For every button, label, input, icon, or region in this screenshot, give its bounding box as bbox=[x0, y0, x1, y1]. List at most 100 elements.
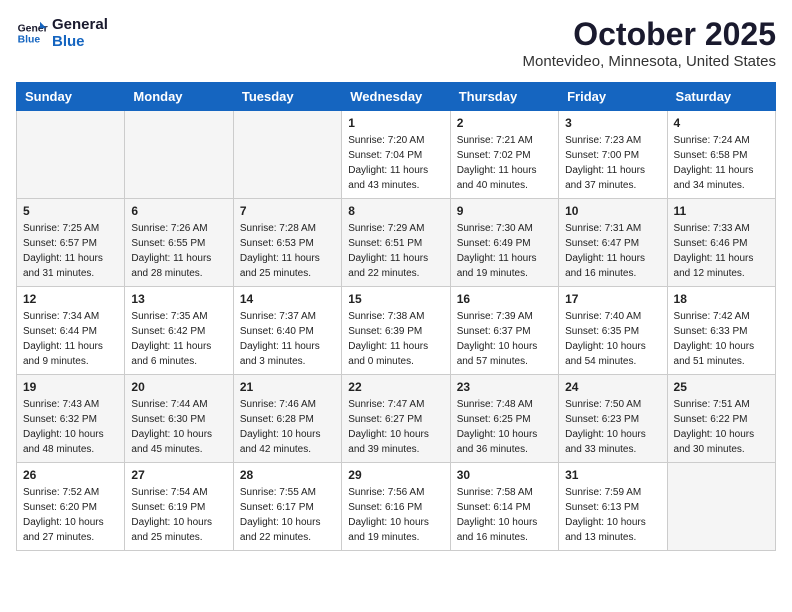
day-cell bbox=[17, 111, 125, 199]
day-info: Sunrise: 7:30 AM Sunset: 6:49 PM Dayligh… bbox=[457, 221, 552, 281]
day-info: Sunrise: 7:54 AM Sunset: 6:19 PM Dayligh… bbox=[131, 485, 226, 545]
day-cell: 22 Sunrise: 7:47 AM Sunset: 6:27 PM Dayli… bbox=[342, 375, 450, 463]
day-cell: 12 Sunrise: 7:34 AM Sunset: 6:44 PM Dayli… bbox=[17, 287, 125, 375]
logo-text-blue: Blue bbox=[52, 33, 108, 50]
week-row-5: 26Sunrise: 7:52 AM Sunset: 6:20 PM Dayli… bbox=[17, 463, 776, 551]
day-number: 6 bbox=[131, 204, 226, 218]
day-number: 7 bbox=[240, 204, 335, 218]
day-info: Sunrise: 7:46 AM Sunset: 6:28 PM Dayligh… bbox=[240, 397, 335, 457]
logo-icon: General Blue bbox=[16, 17, 48, 49]
day-cell: 24Sunrise: 7:50 AM Sunset: 6:23 PM Dayli… bbox=[559, 375, 667, 463]
day-number: 24 bbox=[565, 380, 660, 394]
day-number: 29 bbox=[348, 468, 443, 482]
svg-text:Blue: Blue bbox=[18, 35, 41, 46]
day-number: 4 bbox=[674, 116, 769, 130]
day-cell: 17Sunrise: 7:40 AM Sunset: 6:35 PM Dayli… bbox=[559, 287, 667, 375]
day-cell: 3Sunrise: 7:23 AM Sunset: 7:00 PM Daylig… bbox=[559, 111, 667, 199]
day-cell: 2 Sunrise: 7:21 AM Sunset: 7:02 PM Daylig… bbox=[450, 111, 558, 199]
weekday-header-sunday: Sunday bbox=[17, 83, 125, 111]
day-cell: 13Sunrise: 7:35 AM Sunset: 6:42 PM Dayli… bbox=[125, 287, 233, 375]
day-number: 25 bbox=[674, 380, 769, 394]
day-info: Sunrise: 7:20 AM Sunset: 7:04 PM Dayligh… bbox=[348, 133, 443, 193]
day-cell: 5 Sunrise: 7:25 AM Sunset: 6:57 PM Daylig… bbox=[17, 199, 125, 287]
month-title: October 2025 bbox=[523, 16, 776, 53]
day-number: 18 bbox=[674, 292, 769, 306]
day-number: 31 bbox=[565, 468, 660, 482]
day-number: 5 bbox=[23, 204, 118, 218]
week-row-4: 19 Sunrise: 7:43 AM Sunset: 6:32 PM Dayli… bbox=[17, 375, 776, 463]
day-number: 2 bbox=[457, 116, 552, 130]
day-number: 8 bbox=[348, 204, 443, 218]
weekday-header-saturday: Saturday bbox=[667, 83, 775, 111]
day-cell: 26Sunrise: 7:52 AM Sunset: 6:20 PM Dayli… bbox=[17, 463, 125, 551]
day-cell bbox=[125, 111, 233, 199]
day-info: Sunrise: 7:52 AM Sunset: 6:20 PM Dayligh… bbox=[23, 485, 118, 545]
day-info: Sunrise: 7:59 AM Sunset: 6:13 PM Dayligh… bbox=[565, 485, 660, 545]
day-number: 12 bbox=[23, 292, 118, 306]
day-info: Sunrise: 7:55 AM Sunset: 6:17 PM Dayligh… bbox=[240, 485, 335, 545]
day-cell: 19 Sunrise: 7:43 AM Sunset: 6:32 PM Dayli… bbox=[17, 375, 125, 463]
day-cell: 6 Sunrise: 7:26 AM Sunset: 6:55 PM Daylig… bbox=[125, 199, 233, 287]
day-cell: 8 Sunrise: 7:29 AM Sunset: 6:51 PM Daylig… bbox=[342, 199, 450, 287]
logo: General Blue General Blue bbox=[16, 16, 108, 51]
day-cell: 15Sunrise: 7:38 AM Sunset: 6:39 PM Dayli… bbox=[342, 287, 450, 375]
day-info: Sunrise: 7:56 AM Sunset: 6:16 PM Dayligh… bbox=[348, 485, 443, 545]
day-number: 9 bbox=[457, 204, 552, 218]
day-cell: 7 Sunrise: 7:28 AM Sunset: 6:53 PM Daylig… bbox=[233, 199, 341, 287]
day-number: 27 bbox=[131, 468, 226, 482]
day-number: 19 bbox=[23, 380, 118, 394]
day-number: 15 bbox=[348, 292, 443, 306]
day-number: 30 bbox=[457, 468, 552, 482]
page-header: General Blue General Blue October 2025 M… bbox=[16, 16, 776, 70]
day-info: Sunrise: 7:37 AM Sunset: 6:40 PM Dayligh… bbox=[240, 309, 335, 369]
day-number: 14 bbox=[240, 292, 335, 306]
day-info: Sunrise: 7:23 AM Sunset: 7:00 PM Dayligh… bbox=[565, 133, 660, 193]
week-row-3: 12 Sunrise: 7:34 AM Sunset: 6:44 PM Dayli… bbox=[17, 287, 776, 375]
day-number: 28 bbox=[240, 468, 335, 482]
day-info: Sunrise: 7:43 AM Sunset: 6:32 PM Dayligh… bbox=[23, 397, 118, 457]
day-cell: 27 Sunrise: 7:54 AM Sunset: 6:19 PM Dayli… bbox=[125, 463, 233, 551]
weekday-header-thursday: Thursday bbox=[450, 83, 558, 111]
day-cell: 21 Sunrise: 7:46 AM Sunset: 6:28 PM Dayli… bbox=[233, 375, 341, 463]
title-section: October 2025 Montevideo, Minnesota, Unit… bbox=[523, 16, 776, 70]
day-info: Sunrise: 7:39 AM Sunset: 6:37 PM Dayligh… bbox=[457, 309, 552, 369]
day-info: Sunrise: 7:21 AM Sunset: 7:02 PM Dayligh… bbox=[457, 133, 552, 193]
day-info: Sunrise: 7:29 AM Sunset: 6:51 PM Dayligh… bbox=[348, 221, 443, 281]
day-info: Sunrise: 7:35 AM Sunset: 6:42 PM Dayligh… bbox=[131, 309, 226, 369]
day-cell: 29 Sunrise: 7:56 AM Sunset: 6:16 PM Dayli… bbox=[342, 463, 450, 551]
day-cell: 1Sunrise: 7:20 AM Sunset: 7:04 PM Daylig… bbox=[342, 111, 450, 199]
weekday-header-friday: Friday bbox=[559, 83, 667, 111]
day-info: Sunrise: 7:48 AM Sunset: 6:25 PM Dayligh… bbox=[457, 397, 552, 457]
day-number: 20 bbox=[131, 380, 226, 394]
day-info: Sunrise: 7:28 AM Sunset: 6:53 PM Dayligh… bbox=[240, 221, 335, 281]
day-number: 10 bbox=[565, 204, 660, 218]
day-number: 22 bbox=[348, 380, 443, 394]
weekday-header-tuesday: Tuesday bbox=[233, 83, 341, 111]
day-number: 16 bbox=[457, 292, 552, 306]
location-text: Montevideo, Minnesota, United States bbox=[523, 53, 776, 70]
week-row-2: 5 Sunrise: 7:25 AM Sunset: 6:57 PM Daylig… bbox=[17, 199, 776, 287]
day-info: Sunrise: 7:24 AM Sunset: 6:58 PM Dayligh… bbox=[674, 133, 769, 193]
day-number: 17 bbox=[565, 292, 660, 306]
day-info: Sunrise: 7:42 AM Sunset: 6:33 PM Dayligh… bbox=[674, 309, 769, 369]
day-info: Sunrise: 7:33 AM Sunset: 6:46 PM Dayligh… bbox=[674, 221, 769, 281]
day-cell: 25 Sunrise: 7:51 AM Sunset: 6:22 PM Dayli… bbox=[667, 375, 775, 463]
day-info: Sunrise: 7:51 AM Sunset: 6:22 PM Dayligh… bbox=[674, 397, 769, 457]
day-info: Sunrise: 7:26 AM Sunset: 6:55 PM Dayligh… bbox=[131, 221, 226, 281]
day-info: Sunrise: 7:34 AM Sunset: 6:44 PM Dayligh… bbox=[23, 309, 118, 369]
day-info: Sunrise: 7:31 AM Sunset: 6:47 PM Dayligh… bbox=[565, 221, 660, 281]
day-cell: 4 Sunrise: 7:24 AM Sunset: 6:58 PM Daylig… bbox=[667, 111, 775, 199]
weekday-header-row: SundayMondayTuesdayWednesdayThursdayFrid… bbox=[17, 83, 776, 111]
weekday-header-wednesday: Wednesday bbox=[342, 83, 450, 111]
day-info: Sunrise: 7:58 AM Sunset: 6:14 PM Dayligh… bbox=[457, 485, 552, 545]
day-number: 11 bbox=[674, 204, 769, 218]
day-cell: 16 Sunrise: 7:39 AM Sunset: 6:37 PM Dayli… bbox=[450, 287, 558, 375]
day-cell: 11 Sunrise: 7:33 AM Sunset: 6:46 PM Dayli… bbox=[667, 199, 775, 287]
day-cell: 10 Sunrise: 7:31 AM Sunset: 6:47 PM Dayli… bbox=[559, 199, 667, 287]
day-number: 21 bbox=[240, 380, 335, 394]
day-info: Sunrise: 7:44 AM Sunset: 6:30 PM Dayligh… bbox=[131, 397, 226, 457]
day-info: Sunrise: 7:47 AM Sunset: 6:27 PM Dayligh… bbox=[348, 397, 443, 457]
day-cell: 31 Sunrise: 7:59 AM Sunset: 6:13 PM Dayli… bbox=[559, 463, 667, 551]
day-info: Sunrise: 7:25 AM Sunset: 6:57 PM Dayligh… bbox=[23, 221, 118, 281]
day-cell: 23Sunrise: 7:48 AM Sunset: 6:25 PM Dayli… bbox=[450, 375, 558, 463]
